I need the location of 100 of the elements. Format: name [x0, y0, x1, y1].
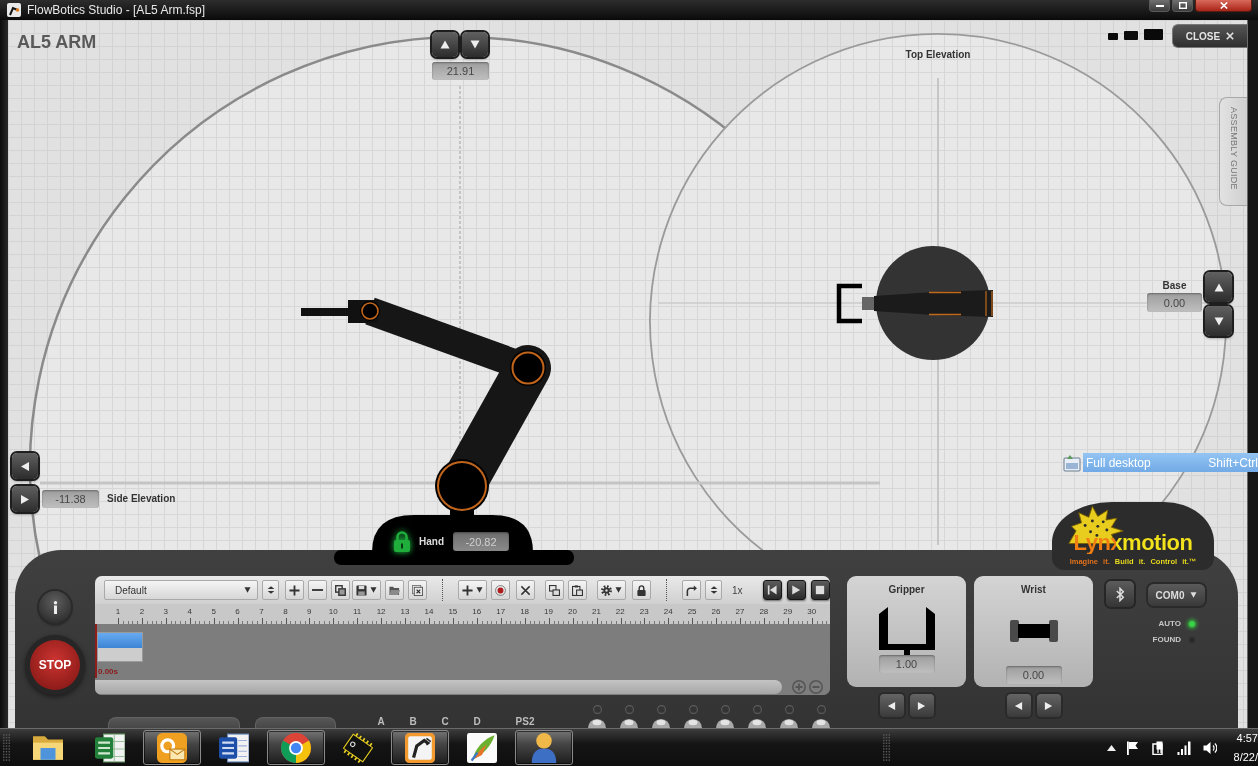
- ruler-label: 3: [162, 606, 170, 618]
- spreadsheet-icon: [95, 732, 125, 763]
- add-button[interactable]: [285, 580, 304, 600]
- knob-icon[interactable]: [780, 718, 798, 728]
- open-button[interactable]: [385, 580, 404, 600]
- value-field[interactable]: 0.00: [1147, 293, 1202, 312]
- rewind-button[interactable]: [762, 580, 782, 600]
- left-button[interactable]: [12, 453, 38, 479]
- left-arrow-icon: [20, 461, 30, 471]
- save-button[interactable]: [352, 580, 381, 600]
- port-dropdown[interactable]: COM0: [1148, 584, 1205, 606]
- speed-label: 1x: [732, 584, 743, 596]
- clock-date[interactable]: 8/22/: [1233, 750, 1258, 764]
- led-ring-icon: [688, 705, 698, 714]
- down-button[interactable]: [462, 32, 488, 57]
- power-icon[interactable]: [1152, 740, 1166, 755]
- value-field[interactable]: 1.00: [878, 655, 935, 673]
- browser-icon: [281, 732, 311, 763]
- settings-button[interactable]: [597, 580, 626, 600]
- copy-button[interactable]: [331, 580, 350, 600]
- value-field[interactable]: 0.00: [1005, 666, 1062, 684]
- caret-icon: [370, 587, 377, 593]
- up-arrow-icon[interactable]: [1107, 744, 1116, 751]
- ruler-label: 27: [734, 606, 746, 618]
- record-icon: [495, 584, 506, 596]
- close-icon: [1226, 32, 1235, 40]
- signal-bars-icon[interactable]: [1177, 740, 1191, 755]
- right-button[interactable]: [1036, 694, 1061, 717]
- taskbar-button[interactable]: [143, 730, 201, 765]
- maximize-button[interactable]: [1172, 0, 1193, 12]
- lock-button[interactable]: [632, 580, 651, 600]
- ruler-label: 4: [186, 606, 193, 618]
- right-button[interactable]: [12, 486, 38, 512]
- right-arrow-icon: [1044, 700, 1053, 711]
- up-button[interactable]: [432, 32, 458, 57]
- info-button[interactable]: [39, 591, 71, 623]
- knob-icon[interactable]: [748, 718, 766, 728]
- minimize-button[interactable]: [1149, 0, 1170, 12]
- delete-button[interactable]: [516, 580, 535, 600]
- ruler-label: 11: [352, 606, 363, 618]
- led-ring-icon: [592, 705, 602, 714]
- up-button[interactable]: [1205, 272, 1232, 302]
- paste-button[interactable]: [568, 580, 587, 600]
- spin-button[interactable]: [705, 580, 722, 600]
- close-button[interactable]: CLOSE: [1172, 24, 1247, 48]
- cross-icon: [520, 584, 531, 596]
- add-key-button[interactable]: [458, 580, 487, 600]
- knob-icon[interactable]: [812, 718, 830, 728]
- speaker-icon[interactable]: [1203, 740, 1217, 755]
- left-button[interactable]: [1006, 694, 1031, 717]
- close-file-button[interactable]: [408, 580, 427, 600]
- knob-icon[interactable]: [620, 718, 638, 728]
- spin-button[interactable]: [262, 580, 279, 600]
- caret-icon: [476, 587, 483, 593]
- down-button[interactable]: [1205, 306, 1232, 336]
- knob-icon[interactable]: [588, 718, 606, 728]
- taskbar-grip-icon: [883, 734, 890, 761]
- ruler-label: 23: [638, 606, 650, 618]
- stop-playback-button[interactable]: [810, 580, 830, 600]
- left-button[interactable]: [879, 694, 904, 717]
- shortcut-label: Shift+Ctrl: [1208, 455, 1258, 470]
- right-button[interactable]: [909, 694, 934, 717]
- led-ring-icon: [752, 705, 762, 714]
- window-title: FlowBotics Studio - [AL5 Arm.fsp]: [27, 3, 206, 17]
- value-field[interactable]: 21.91: [432, 62, 489, 80]
- joint-label: Wrist: [1021, 584, 1046, 596]
- knob-icon[interactable]: [652, 718, 670, 728]
- clock-time[interactable]: 4:57: [1236, 731, 1258, 745]
- wrist-drawing: [1009, 620, 1058, 642]
- ruler-label: 16: [471, 606, 483, 618]
- knob-icon[interactable]: [716, 718, 734, 728]
- taskbar-button[interactable]: [515, 730, 573, 765]
- duplicate-button[interactable]: [545, 580, 564, 600]
- value-field[interactable]: -20.82: [453, 532, 509, 551]
- channel-label: A: [376, 716, 386, 728]
- timeline-scrollbar[interactable]: [95, 679, 782, 694]
- bluetooth-button[interactable]: [1106, 581, 1134, 607]
- value-field[interactable]: -11.38: [42, 490, 99, 508]
- knob-icon[interactable]: [684, 718, 702, 728]
- stop-icon: [815, 585, 826, 595]
- lock-icon[interactable]: [393, 531, 411, 552]
- flag-icon[interactable]: [1126, 740, 1140, 755]
- right-arrow-icon: [917, 700, 926, 711]
- remove-button[interactable]: [308, 580, 327, 600]
- redo-button[interactable]: [682, 580, 701, 600]
- status-label: AUTO: [1158, 619, 1181, 628]
- led-ring-icon: [720, 705, 730, 714]
- channel-label: D: [472, 716, 482, 728]
- sequence-dropdown[interactable]: Default: [104, 580, 258, 600]
- taskbar-button[interactable]: [267, 730, 325, 765]
- ruler-label: 18: [519, 606, 531, 618]
- close-window-button[interactable]: [1195, 0, 1252, 12]
- ruler-label: 25: [686, 606, 698, 618]
- ruler-label: 1: [114, 606, 122, 618]
- led-ring-icon: [624, 705, 634, 714]
- side-tab[interactable]: ASSEMBLY GUIDE: [1219, 97, 1247, 206]
- record-button[interactable]: [491, 580, 510, 600]
- time-label: 0.00s: [98, 667, 119, 676]
- taskbar-button[interactable]: [391, 730, 449, 765]
- play-button[interactable]: [786, 580, 806, 600]
